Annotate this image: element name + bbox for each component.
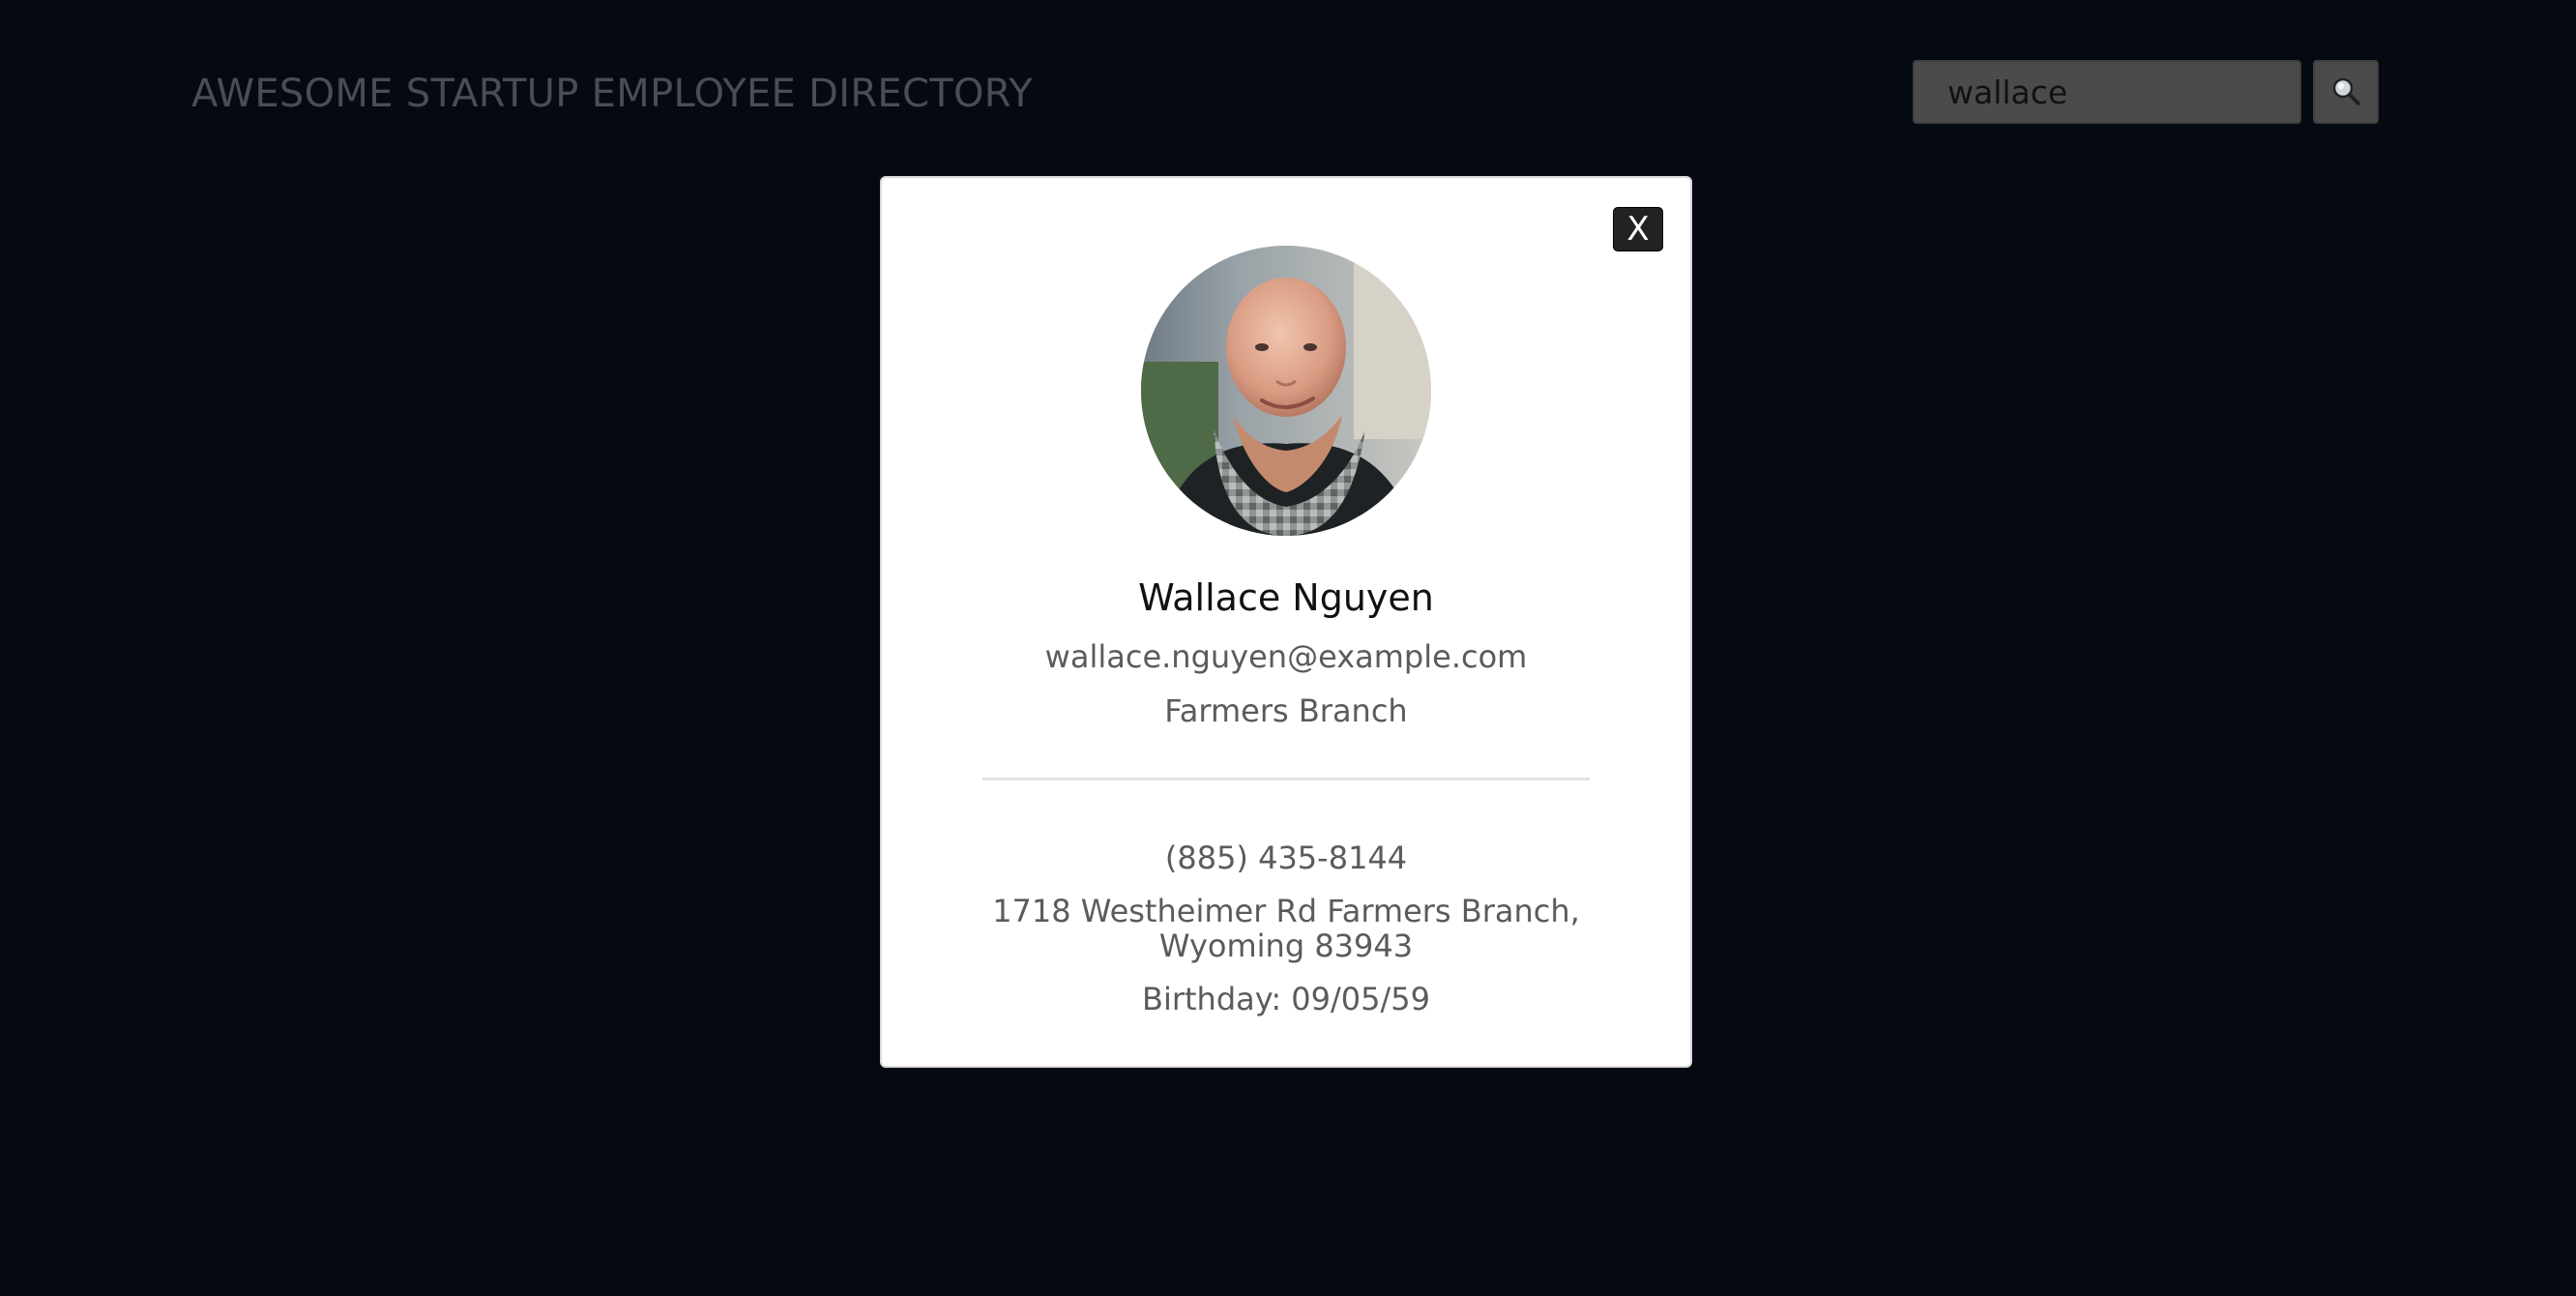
employee-phone: (885) 435-8144 [1164, 839, 1408, 876]
page: AWESOME STARTUP EMPLOYEE DIRECTORY X [0, 0, 2576, 1296]
modal-overlay[interactable]: X Wallace Nguyen wallace.nguyen@example.… [0, 0, 2576, 1296]
employee-address: 1718 Westheimer Rd Farmers Branch, Wyomi… [992, 893, 1580, 964]
avatar [1141, 246, 1431, 536]
divider [982, 778, 1590, 781]
employee-email: wallace.nguyen@example.com [1044, 638, 1528, 675]
employee-birthday: Birthday: 09/05/59 [1141, 981, 1431, 1017]
employee-city: Farmers Branch [1164, 692, 1408, 729]
employee-name: Wallace Nguyen [1138, 576, 1434, 619]
close-button[interactable]: X [1613, 207, 1663, 251]
employee-modal: X Wallace Nguyen wallace.nguyen@example.… [880, 176, 1692, 1068]
